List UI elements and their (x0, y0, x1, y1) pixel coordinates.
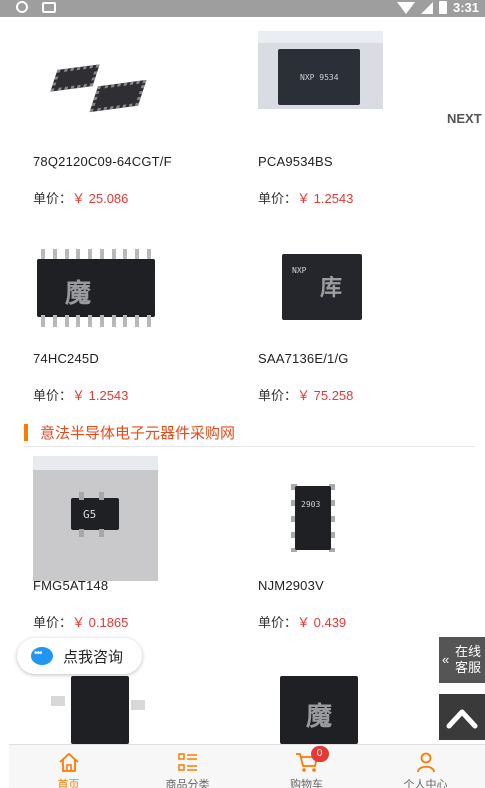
product-price: 单价：￥ 0.1865 (33, 615, 129, 630)
product-name[interactable]: PCA9534BS (258, 154, 333, 169)
product-name[interactable]: NJM2903V (258, 578, 324, 593)
bottom-nav: 首页 商品分类 0 购物车 个人中心 (9, 744, 485, 788)
double-chevron-left-icon: « (442, 652, 450, 667)
product-price: 单价：￥ 75.258 (258, 388, 354, 403)
product-image[interactable]: NXP 9534 (258, 31, 383, 109)
category-icon (177, 753, 197, 771)
brightness-icon (16, 1, 28, 13)
status-time: 3:31 (452, 0, 479, 15)
product-name[interactable]: SAA7136E/1/G (258, 351, 349, 366)
product-image[interactable]: 魔 (33, 245, 158, 335)
carousel-next-button[interactable]: NEXT (447, 111, 482, 126)
chevron-up-icon (446, 709, 478, 729)
online-service-button[interactable]: « 在线客服 (439, 637, 485, 683)
home-icon (58, 752, 79, 772)
consult-button[interactable]: 点我咨询 (17, 638, 142, 674)
product-image[interactable]: G5 (33, 456, 158, 581)
image-notification-icon (42, 1, 56, 13)
back-to-top-button[interactable] (439, 694, 485, 740)
chat-bubble-icon (31, 647, 53, 665)
product-image[interactable]: 2903 (285, 480, 341, 556)
divider (24, 446, 475, 447)
wifi-icon (396, 1, 415, 14)
product-image[interactable] (33, 676, 158, 744)
product-image[interactable]: 魔 (278, 676, 360, 744)
status-bar: 3:31 (0, 0, 485, 17)
product-price: 单价：￥ 1.2543 (33, 388, 129, 403)
section-header: 意法半导体电子元器件采购网 (24, 423, 236, 442)
product-image[interactable]: NXP 库 (276, 248, 366, 326)
nav-cart[interactable]: 0 购物车 (247, 745, 366, 788)
product-price: 单价：￥ 25.086 (33, 191, 129, 206)
section-marker (24, 423, 28, 441)
nav-home[interactable]: 首页 (9, 745, 128, 788)
product-name[interactable]: 74HC245D (33, 351, 99, 366)
product-price: 单价：￥ 0.439 (258, 615, 347, 630)
user-icon (416, 752, 435, 773)
product-image[interactable] (33, 37, 158, 162)
section-title: 意法半导体电子元器件采购网 (40, 424, 236, 442)
nav-category[interactable]: 商品分类 (128, 745, 247, 788)
cart-count-badge: 0 (310, 746, 329, 762)
nav-profile[interactable]: 个人中心 (366, 745, 485, 788)
battery-icon (438, 1, 447, 14)
product-price: 单价：￥ 1.2543 (258, 191, 354, 206)
signal-icon (420, 1, 433, 14)
product-name[interactable]: 78Q2120C09-64CGT/F (33, 154, 172, 169)
product-name[interactable]: FMG5AT148 (33, 578, 108, 593)
